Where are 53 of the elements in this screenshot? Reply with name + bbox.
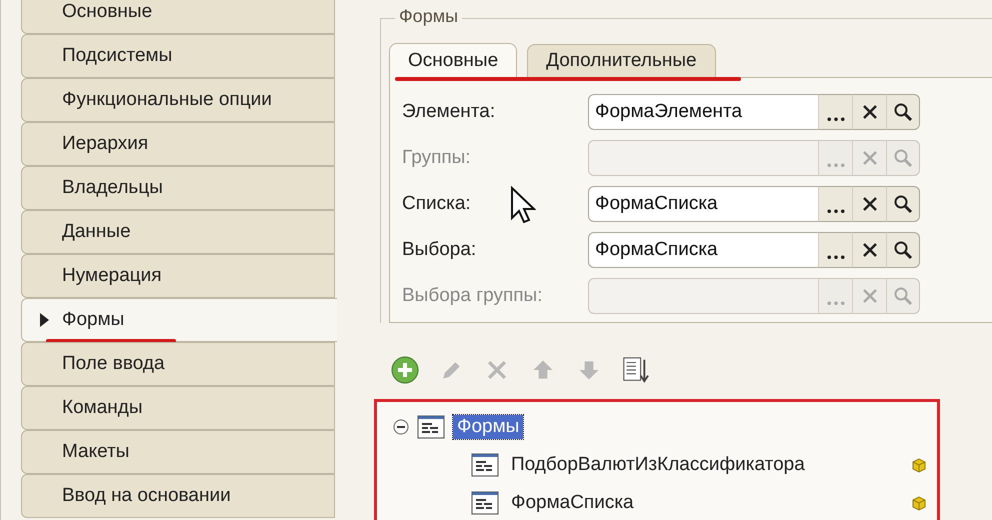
- ellipsis-button[interactable]: [818, 94, 852, 130]
- ellipsis-icon: [826, 162, 844, 168]
- sidebar-item[interactable]: Нумерация: [21, 254, 335, 298]
- field-label: Списка:: [402, 193, 471, 214]
- search-button[interactable]: [886, 186, 920, 222]
- search-button[interactable]: [886, 232, 920, 268]
- field-label: Выбора группы:: [402, 285, 542, 306]
- search-icon: [893, 286, 913, 306]
- collapse-icon[interactable]: [393, 419, 409, 435]
- ellipsis-icon: [826, 254, 844, 260]
- ellipsis-button[interactable]: [818, 232, 852, 268]
- sidebar-item[interactable]: Поле ввода: [21, 342, 335, 386]
- search-icon: [893, 102, 913, 122]
- add-icon[interactable]: [390, 355, 420, 385]
- cube-icon: [911, 457, 927, 473]
- input-field[interactable]: ФормаЭлемента: [588, 94, 818, 130]
- tree-item[interactable]: ФормаСписка: [507, 491, 638, 515]
- sidebar-item[interactable]: Функциональные опции: [21, 78, 335, 122]
- input-field[interactable]: ФормаСписка: [588, 186, 818, 222]
- sidebar-item[interactable]: Ввод на основании: [21, 474, 335, 518]
- form-icon: [417, 415, 445, 439]
- cube-icon: [911, 495, 927, 511]
- ellipsis-icon: [826, 300, 844, 306]
- clear-button[interactable]: [852, 186, 886, 222]
- search-icon: [893, 148, 913, 168]
- sidebar-item[interactable]: Иерархия: [21, 122, 335, 166]
- field-label: Группы:: [402, 147, 471, 168]
- sidebar-item[interactable]: Основные: [21, 0, 335, 34]
- clear-button[interactable]: [852, 94, 886, 130]
- ellipsis-icon: [826, 208, 844, 214]
- triangle-icon: [40, 313, 49, 327]
- search-icon: [893, 240, 913, 260]
- sidebar-item[interactable]: Формы: [21, 298, 337, 342]
- tab[interactable]: Дополнительные: [527, 44, 716, 77]
- ellipsis-icon: [826, 116, 844, 122]
- sidebar-item[interactable]: Команды: [21, 386, 335, 430]
- search-button[interactable]: [886, 94, 920, 130]
- tab[interactable]: Основные: [389, 43, 518, 78]
- field-label: Выбора:: [402, 239, 476, 260]
- tree-item[interactable]: ПодборВалютИзКлассификатора: [507, 453, 809, 477]
- sidebar-item[interactable]: Подсистемы: [21, 34, 335, 78]
- field-label: Элемента:: [402, 101, 496, 122]
- sidebar-item[interactable]: Макеты: [21, 430, 335, 474]
- input-field[interactable]: ФормаСписка: [588, 232, 818, 268]
- search-icon: [893, 194, 913, 214]
- ellipsis-button[interactable]: [818, 186, 852, 222]
- clear-button[interactable]: [852, 232, 886, 268]
- sidebar-item[interactable]: Данные: [21, 210, 335, 254]
- form-icon: [471, 453, 499, 477]
- tree-item[interactable]: Формы: [453, 415, 524, 439]
- form-icon: [471, 491, 499, 515]
- mouse-pointer-icon: [510, 186, 536, 226]
- sidebar-item[interactable]: Владельцы: [21, 166, 335, 210]
